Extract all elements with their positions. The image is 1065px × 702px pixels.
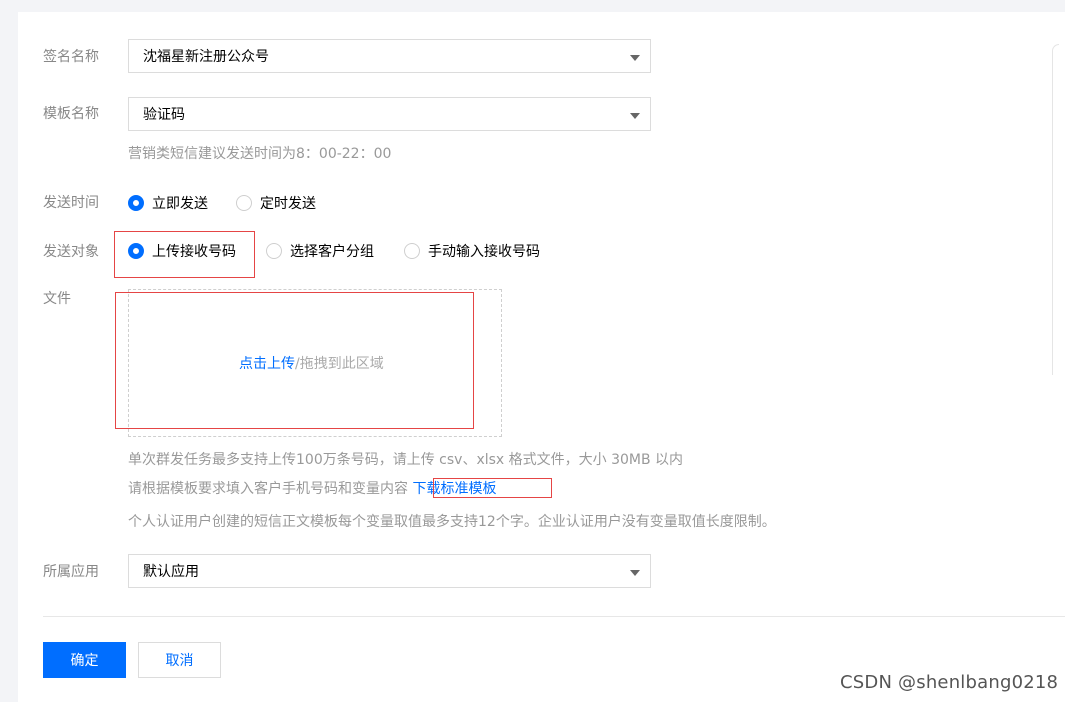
file-label: 文件	[43, 291, 71, 307]
file-note-limits: 单次群发任务最多支持上传100万条号码，请上传 csv、xlsx 格式文件，大小…	[128, 452, 684, 468]
upload-drag-text: /拖拽到此区域	[295, 356, 384, 372]
radio-checked-icon	[128, 243, 144, 259]
radio-checked-icon	[128, 195, 144, 211]
chevron-down-icon	[630, 55, 640, 61]
send-target-label: 发送对象	[43, 244, 99, 260]
radio-customer-group-label: 选择客户分组	[290, 244, 374, 260]
chevron-down-icon	[630, 570, 640, 576]
radio-send-now-label: 立即发送	[152, 196, 208, 212]
template-select[interactable]: 验证码	[128, 97, 651, 131]
radio-send-scheduled-label: 定时发送	[260, 196, 316, 212]
cancel-button[interactable]: 取消	[138, 642, 221, 678]
upload-text: 点击上传/拖拽到此区域	[239, 353, 384, 373]
signature-label: 签名名称	[43, 49, 99, 65]
upload-click-link[interactable]: 点击上传	[239, 356, 295, 372]
radio-send-now[interactable]: 立即发送	[128, 192, 208, 214]
divider	[43, 616, 1065, 617]
radio-manual-input[interactable]: 手动输入接收号码	[404, 240, 540, 262]
file-note-template-text: 请根据模板要求填入客户手机号码和变量内容	[128, 481, 408, 497]
app-value: 默认应用	[143, 564, 199, 580]
radio-customer-group[interactable]: 选择客户分组	[266, 240, 374, 262]
radio-unchecked-icon	[236, 195, 252, 211]
template-label: 模板名称	[43, 106, 99, 122]
send-time-label: 发送时间	[43, 195, 99, 211]
radio-upload-numbers[interactable]: 上传接收号码	[128, 240, 236, 262]
watermark: CSDN @shenlbang0218	[840, 672, 1059, 693]
confirm-button[interactable]: 确定	[43, 642, 126, 678]
radio-unchecked-icon	[404, 243, 420, 259]
template-hint: 营销类短信建议发送时间为8：00-22：00	[128, 146, 392, 162]
chevron-down-icon	[630, 113, 640, 119]
upload-dropzone[interactable]: 点击上传/拖拽到此区域	[128, 289, 502, 437]
app-select[interactable]: 默认应用	[128, 554, 651, 588]
signature-select[interactable]: 沈福星新注册公众号	[128, 39, 651, 73]
radio-upload-numbers-label: 上传接收号码	[152, 244, 236, 260]
template-value: 验证码	[143, 107, 185, 123]
file-note-template: 请根据模板要求填入客户手机号码和变量内容 下载标准模板	[128, 479, 496, 499]
side-panel-edge	[1052, 44, 1059, 375]
signature-value: 沈福星新注册公众号	[143, 49, 269, 65]
radio-unchecked-icon	[266, 243, 282, 259]
radio-manual-input-label: 手动输入接收号码	[428, 244, 540, 260]
app-label: 所属应用	[43, 564, 99, 580]
file-note-variable-limit: 个人认证用户创建的短信正文模板每个变量取值最多支持12个字。企业认证用户没有变量…	[128, 514, 776, 530]
radio-send-scheduled[interactable]: 定时发送	[236, 192, 316, 214]
download-template-link[interactable]: 下载标准模板	[412, 481, 496, 497]
